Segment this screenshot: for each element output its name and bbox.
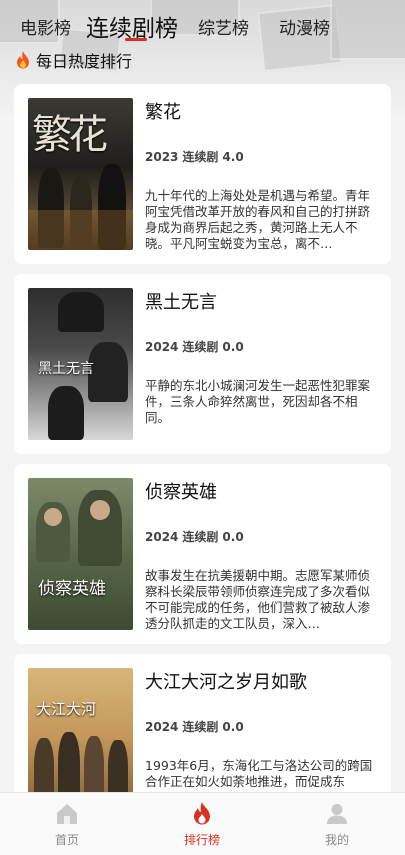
poster-image: 黑土无言 — [28, 288, 133, 440]
flame-icon — [194, 802, 210, 825]
user-icon — [327, 804, 347, 824]
item-type: 连续剧 — [182, 150, 219, 164]
item-year: 2024 — [145, 340, 179, 354]
tab-anime[interactable]: 动漫榜 — [279, 14, 330, 39]
item-meta: 2023 连续剧 4.0 — [145, 148, 248, 165]
nav-ranking[interactable]: 排行榜 — [162, 801, 242, 848]
item-title: 大江大河之岁月如歌 — [145, 672, 307, 693]
list-item[interactable]: 繁花 繁花 2023 连续剧 4.0 九十年代的上海处处是机遇与希望。青年阿宝凭借改… — [14, 84, 391, 264]
nav-profile-label: 我的 — [324, 833, 349, 847]
home-icon — [57, 804, 77, 824]
nav-profile[interactable]: 我的 — [297, 801, 377, 848]
nav-home-label: 首页 — [54, 833, 79, 847]
item-year: 2024 — [145, 720, 179, 734]
poster-title: 繁花 — [32, 112, 108, 158]
active-tab-indicator — [125, 38, 147, 41]
item-year: 2023 — [145, 150, 179, 164]
nav-home[interactable]: 首页 — [27, 801, 107, 848]
item-description: 九十年代的上海处处是机遇与希望。青年阿宝凭借改革开放的春风和自己的打拼跻身成为商… — [145, 188, 371, 251]
item-type: 连续剧 — [182, 530, 219, 544]
item-title: 繁花 — [145, 102, 181, 123]
poster-image: 繁花 — [28, 98, 133, 250]
item-title: 侦察英雄 — [145, 482, 217, 503]
subtitle-text: 每日热度排行 — [36, 52, 133, 71]
item-meta: 2024 连续剧 0.0 — [145, 718, 248, 735]
item-meta: 2024 连续剧 0.0 — [145, 528, 248, 545]
ranking-subtitle: 每日热度排行 — [14, 48, 132, 72]
item-description: 平静的东北小城澜河发生一起恶性犯罪案件，三条人命猝然离世，死因却各不相同。 — [145, 378, 371, 425]
poster-image: 侦察英雄 — [28, 478, 133, 630]
poster-title: 黑土无言 — [38, 361, 94, 377]
tab-movies[interactable]: 电影榜 — [20, 14, 71, 39]
list-item[interactable]: 黑土无言 黑土无言 2024 连续剧 0.0 平静的东北小城澜河发生一起恶性犯罪案件… — [14, 274, 391, 454]
poster-title: 侦察英雄 — [38, 579, 106, 599]
item-title: 黑土无言 — [145, 292, 217, 313]
poster-title: 大江大河 — [36, 700, 97, 718]
list-item[interactable]: 侦察英雄 侦察英雄 2024 连续剧 0.0 故事发生在抗美援朝中期。志愿军某师侦察… — [14, 464, 391, 644]
item-year: 2024 — [145, 530, 179, 544]
item-description: 故事发生在抗美援朝中期。志愿军某师侦察科长梁辰带领师侦察连完成了多次看似不可能完… — [145, 568, 371, 631]
category-tabs: 电影榜 连续剧榜 综艺榜 动漫榜 — [0, 6, 405, 42]
tab-variety[interactable]: 综艺榜 — [198, 14, 249, 39]
nav-ranking-label: 排行榜 — [183, 833, 220, 847]
item-type: 连续剧 — [182, 720, 219, 734]
item-score: 0.0 — [222, 530, 244, 544]
item-type: 连续剧 — [182, 340, 219, 354]
item-score: 4.0 — [222, 150, 244, 164]
item-meta: 2024 连续剧 0.0 — [145, 338, 248, 355]
item-description: 1993年6月，东海化工与洛达公司的跨国合作正在如火如荼地推进，而促成东 — [145, 758, 373, 789]
item-score: 0.0 — [222, 720, 244, 734]
bottom-navigation: 首页 排行榜 我的 — [0, 792, 405, 855]
flame-icon — [17, 51, 29, 69]
item-score: 0.0 — [222, 340, 244, 354]
